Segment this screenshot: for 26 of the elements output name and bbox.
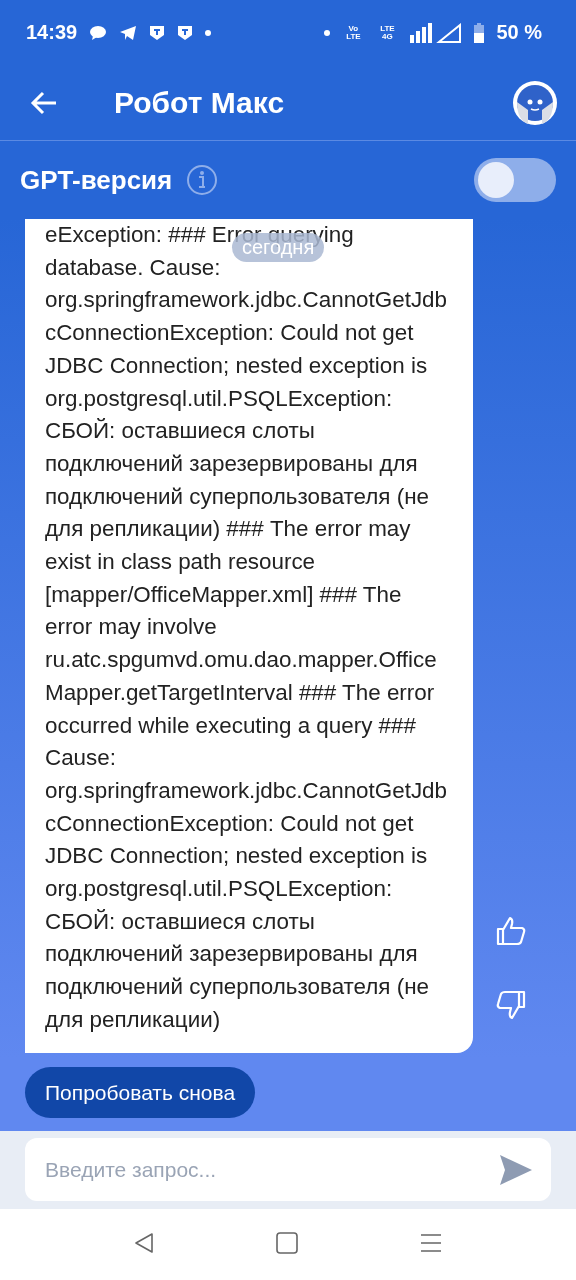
dot-icon: [324, 29, 331, 36]
chat-bubble-icon: [89, 24, 108, 41]
gpt-version-label: GPT-версия: [20, 164, 173, 196]
paper-plane-icon: [119, 24, 138, 41]
back-arrow-icon[interactable]: [30, 90, 58, 115]
network-label: LTE 4G: [379, 24, 396, 41]
dot-icon: [205, 29, 212, 36]
nav-back-icon[interactable]: [134, 1231, 154, 1254]
thumbs-up-icon[interactable]: [495, 914, 527, 947]
battery-level: 50 %: [496, 21, 542, 44]
query-input-field[interactable]: Введите запрос...: [25, 1138, 551, 1201]
info-icon[interactable]: [186, 164, 219, 196]
robot-avatar-icon[interactable]: [512, 79, 558, 126]
shield-icon: [177, 24, 194, 41]
clock: 14:39: [26, 21, 78, 44]
nav-home-icon[interactable]: [276, 1231, 298, 1254]
gpt-toggle[interactable]: [474, 158, 556, 202]
thumbs-down-icon[interactable]: [495, 988, 527, 1021]
retry-button[interactable]: Попробовать снова: [25, 1066, 256, 1118]
send-icon[interactable]: [499, 1154, 533, 1186]
shield-icon: [149, 24, 166, 41]
signal-icon: [410, 22, 463, 43]
chat-title: Робот Макс: [114, 85, 286, 120]
nav-menu-icon[interactable]: [420, 1232, 442, 1253]
battery-icon: [474, 22, 485, 43]
volte-label: Vo LTE: [345, 24, 362, 41]
